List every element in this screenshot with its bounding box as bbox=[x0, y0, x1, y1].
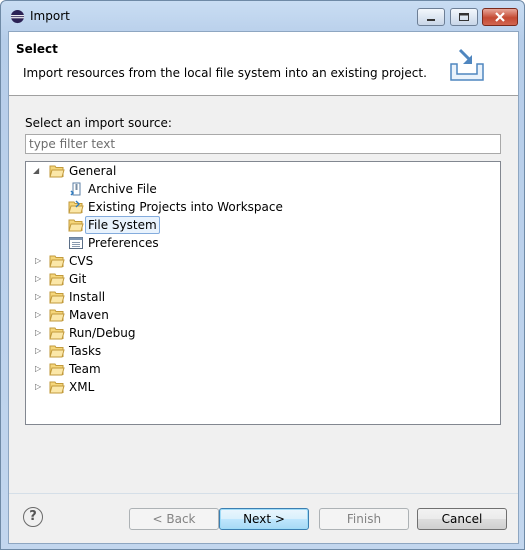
collapsed-arrow-icon[interactable]: ▷ bbox=[35, 252, 43, 270]
tree-item-label: Run/Debug bbox=[69, 326, 136, 340]
preferences-icon bbox=[69, 237, 83, 249]
back-button[interactable]: < Back bbox=[129, 508, 219, 530]
tree-item-team[interactable]: ▷ Team bbox=[26, 360, 500, 378]
tree-item-git[interactable]: ▷ Git bbox=[26, 270, 500, 288]
folder-icon bbox=[49, 381, 65, 394]
expanded-arrow-icon[interactable]: ◢ bbox=[33, 162, 41, 180]
tree-item-xml[interactable]: ▷ XML bbox=[26, 378, 500, 396]
tree-item-label: General bbox=[69, 164, 117, 178]
help-icon[interactable]: ? bbox=[23, 507, 43, 527]
maximize-button[interactable] bbox=[450, 8, 478, 26]
folder-icon bbox=[49, 309, 65, 322]
tree-item-label: Maven bbox=[69, 308, 109, 322]
minimize-icon bbox=[427, 19, 435, 21]
tree-item-general[interactable]: ◢ General bbox=[26, 162, 500, 180]
tree-item-existing-projects[interactable]: Existing Projects into Workspace bbox=[26, 198, 500, 216]
archive-file-icon bbox=[70, 182, 81, 196]
tree-item-label: Existing Projects into Workspace bbox=[88, 200, 283, 214]
page-title: Select bbox=[16, 42, 58, 56]
project-folder-icon bbox=[68, 200, 84, 214]
filter-input[interactable] bbox=[25, 134, 501, 154]
dialog-body: Select Import resources from the local f… bbox=[8, 31, 519, 544]
minimize-button[interactable] bbox=[417, 8, 445, 26]
tree-item-maven[interactable]: ▷ Maven bbox=[26, 306, 500, 324]
tree-item-install[interactable]: ▷ Install bbox=[26, 288, 500, 306]
tree-item-run-debug[interactable]: ▷ Run/Debug bbox=[26, 324, 500, 342]
window-title: Import bbox=[30, 9, 70, 23]
tree-item-label: CVS bbox=[69, 254, 94, 268]
collapsed-arrow-icon[interactable]: ▷ bbox=[35, 378, 43, 396]
collapsed-arrow-icon[interactable]: ▷ bbox=[35, 270, 43, 288]
collapsed-arrow-icon[interactable]: ▷ bbox=[35, 306, 43, 324]
folder-icon bbox=[49, 345, 65, 358]
folder-icon bbox=[49, 327, 65, 340]
import-wizard-icon bbox=[450, 48, 484, 81]
page-description: Import resources from the local file sys… bbox=[23, 66, 427, 80]
tree-item-label: File System bbox=[85, 216, 160, 234]
tree-item-file-system[interactable]: File System bbox=[26, 216, 500, 234]
next-button[interactable]: Next > bbox=[219, 508, 309, 530]
title-bar[interactable]: Import bbox=[1, 1, 524, 31]
import-source-label: Select an import source: bbox=[25, 116, 172, 130]
import-source-tree[interactable]: ◢ General Archive File Existing Projects… bbox=[25, 161, 501, 425]
folder-icon bbox=[49, 291, 65, 304]
folder-open-icon bbox=[49, 165, 65, 178]
tree-item-label: Preferences bbox=[88, 236, 159, 250]
tree-item-label: Install bbox=[69, 290, 106, 304]
eclipse-icon bbox=[10, 9, 25, 24]
tree-item-tasks[interactable]: ▷ Tasks bbox=[26, 342, 500, 360]
tree-item-archive-file[interactable]: Archive File bbox=[26, 180, 500, 198]
collapsed-arrow-icon[interactable]: ▷ bbox=[35, 288, 43, 306]
close-icon bbox=[495, 12, 505, 22]
collapsed-arrow-icon[interactable]: ▷ bbox=[35, 324, 43, 342]
tree-item-label: Git bbox=[69, 272, 87, 286]
folder-icon bbox=[49, 363, 65, 376]
wizard-banner: Select Import resources from the local f… bbox=[9, 32, 518, 96]
tree-item-label: Tasks bbox=[69, 344, 102, 358]
collapsed-arrow-icon[interactable]: ▷ bbox=[35, 360, 43, 378]
folder-icon bbox=[68, 219, 84, 232]
collapsed-arrow-icon[interactable]: ▷ bbox=[35, 342, 43, 360]
finish-button[interactable]: Finish bbox=[319, 508, 409, 530]
tree-item-cvs[interactable]: ▷ CVS bbox=[26, 252, 500, 270]
tree-item-label: Archive File bbox=[88, 182, 157, 196]
tree-item-preferences[interactable]: Preferences bbox=[26, 234, 500, 252]
close-button[interactable] bbox=[482, 8, 518, 26]
tree-item-label: Team bbox=[69, 362, 101, 376]
tree-item-label: XML bbox=[69, 380, 95, 394]
import-dialog: Import Select Import resources from the … bbox=[0, 0, 525, 550]
folder-icon bbox=[49, 273, 65, 286]
maximize-icon bbox=[459, 13, 469, 21]
cancel-button[interactable]: Cancel bbox=[417, 508, 507, 530]
footer-divider bbox=[9, 493, 518, 494]
folder-icon bbox=[49, 255, 65, 268]
